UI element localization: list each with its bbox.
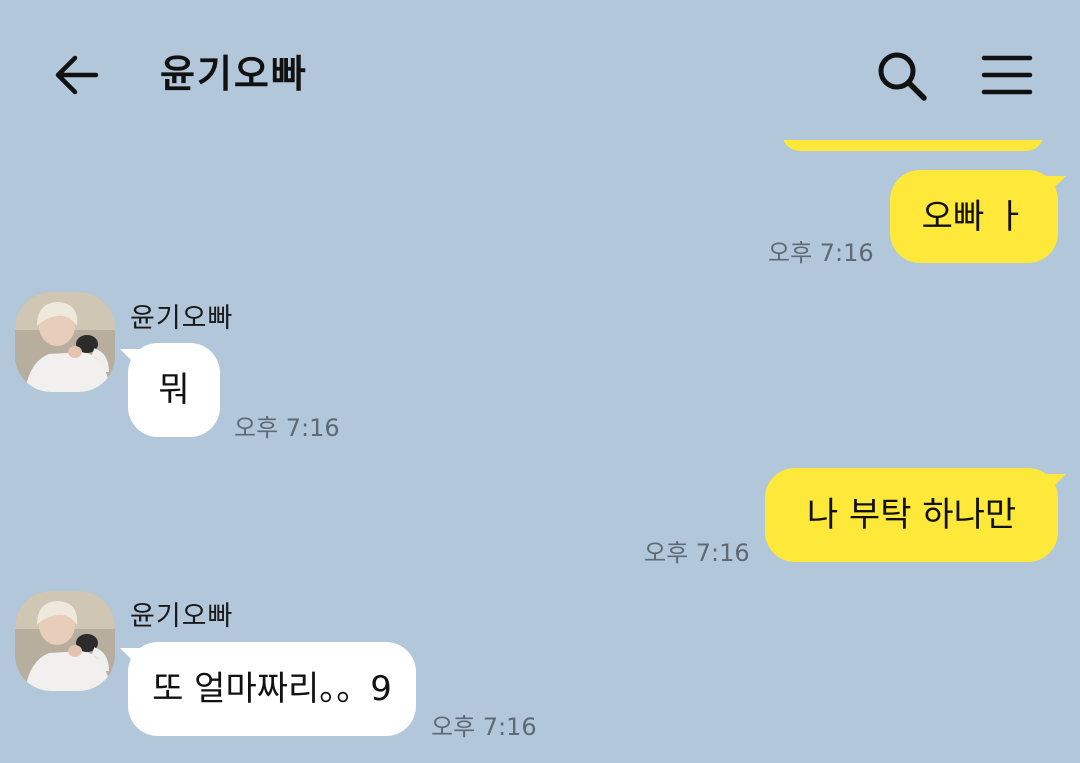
message-text: 오빠 ㅏ xyxy=(921,196,1027,237)
chat-title: 윤기오빠 xyxy=(160,52,308,96)
my-message-bubble[interactable]: 나 부탁 하나만 xyxy=(765,468,1066,562)
avatar[interactable] xyxy=(15,591,115,691)
message-text: 뭐 xyxy=(158,370,190,410)
message-time: 오후 7:16 xyxy=(644,539,750,567)
back-button[interactable] xyxy=(48,46,106,104)
avatar-photo xyxy=(15,591,115,691)
avatar-photo xyxy=(15,292,115,392)
their-message-bubble[interactable]: 뭐 xyxy=(120,343,220,437)
message-time: 오후 7:16 xyxy=(431,713,537,741)
bubble-tail xyxy=(1044,176,1066,198)
message-text: 나 부탁 하나만 xyxy=(806,495,1017,535)
sender-name: 윤기오빠 xyxy=(130,303,234,334)
chat-header: 윤기오빠 xyxy=(0,0,1080,140)
message-time: 오후 7:16 xyxy=(768,239,874,267)
bubble-tail xyxy=(120,648,142,670)
hamburger-menu-icon xyxy=(981,55,1033,95)
back-arrow-icon xyxy=(55,55,99,95)
message-text: 또 얼마짜리。。9 xyxy=(152,669,392,709)
search-icon xyxy=(878,52,927,101)
avatar[interactable] xyxy=(15,292,115,392)
menu-button[interactable] xyxy=(978,48,1036,102)
their-message-bubble[interactable]: 또 얼마짜리。。9 xyxy=(120,642,416,736)
bubble-tail xyxy=(120,349,142,371)
sender-name: 윤기오빠 xyxy=(130,601,234,632)
message-time: 오후 7:16 xyxy=(234,414,340,442)
bubble-tail xyxy=(1044,474,1066,496)
search-button[interactable] xyxy=(872,46,932,106)
my-message-bubble[interactable]: 오빠 ㅏ xyxy=(890,170,1066,263)
